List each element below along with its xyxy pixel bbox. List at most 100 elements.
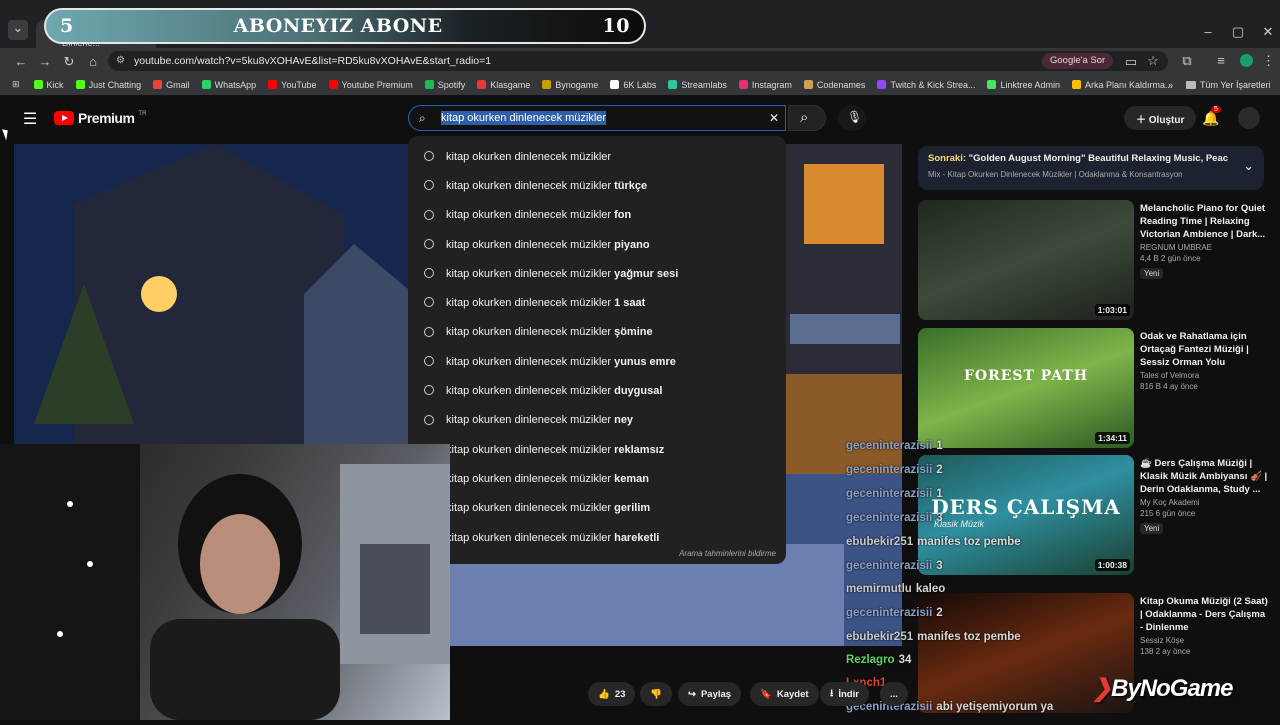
chat-username[interactable]: geceninterazisii xyxy=(846,560,932,572)
site-info-icon[interactable]: ⚙ xyxy=(116,55,125,66)
search-icon xyxy=(424,180,434,191)
notifications-button[interactable]: 🔔 5 xyxy=(1202,106,1221,127)
video-title[interactable]: ☕ Ders Çalışma Müziği | Klasik Müzik Amb… xyxy=(1140,457,1270,496)
bookmark-item[interactable]: Youtube Premium xyxy=(328,80,413,90)
all-bookmarks[interactable]: Tüm Yer İşaretleri xyxy=(1186,80,1271,90)
recommended-video[interactable]: 1:03:01 Melancholic Piano for Quiet Readi… xyxy=(918,200,1268,320)
google-ask-button[interactable]: Google'a Sor xyxy=(1042,53,1114,69)
download-button[interactable]: ⭳ İndir xyxy=(820,682,869,706)
chat-username[interactable]: geceninterazisii xyxy=(846,440,932,452)
suggestion-item[interactable]: kitap okurken dinlenecek müzikler xyxy=(408,142,786,171)
bookmark-item[interactable]: Linktree Admin xyxy=(987,80,1060,90)
forward-icon[interactable]: → xyxy=(38,54,52,69)
bookmark-item[interactable]: Arka Planı Kaldırma... xyxy=(1072,80,1173,90)
suggestion-item[interactable]: kitap okurken dinlenecek müzikler şömine xyxy=(408,318,786,347)
suggestion-item[interactable]: kitap okurken dinlenecek müzikler türkçe xyxy=(408,171,786,200)
bookmark-item[interactable]: Gmail xyxy=(153,80,190,90)
video-title[interactable]: Kitap Okuma Müziği (2 Saat) | Odaklanma … xyxy=(1140,595,1270,634)
voice-search-button[interactable]: 🎙 xyxy=(838,105,866,131)
suggestion-item[interactable]: kitap okurken dinlenecek müzikler fon xyxy=(408,201,786,230)
channel-name[interactable]: Tales of Velmora xyxy=(1140,371,1270,380)
bookmark-item[interactable]: YouTube xyxy=(268,80,317,90)
bookmark-item[interactable]: Kick xyxy=(33,80,64,90)
expand-chevron-icon[interactable]: ⌄ xyxy=(1243,158,1254,174)
chat-message: geceninterazisii 3 xyxy=(846,512,943,524)
close-icon[interactable]: ✕ xyxy=(1260,24,1276,40)
create-button[interactable]: ＋ Oluştur xyxy=(1124,106,1197,130)
suggestion-item[interactable]: kitap okurken dinlenecek müzikler ney xyxy=(408,406,786,435)
plus-icon: ＋ xyxy=(1136,115,1149,126)
bookmark-item[interactable]: Codenames xyxy=(803,80,865,90)
chat-username[interactable]: memirmutlu xyxy=(846,583,912,595)
like-button[interactable]: 👍 23 xyxy=(588,682,636,706)
bookmarks-more-icon[interactable]: » xyxy=(1168,80,1173,90)
video-thumbnail[interactable]: 1:03:01 xyxy=(918,200,1134,320)
search-query: kitap okurken dinlenecek müzikler xyxy=(441,111,607,125)
chat-username[interactable]: geceninterazisii xyxy=(846,607,932,619)
suggestion-completion: ney xyxy=(614,414,634,427)
suggestion-item[interactable]: kitap okurken dinlenecek müzikler piyano xyxy=(408,230,786,259)
apps-icon[interactable]: ⊞ xyxy=(12,79,20,90)
bookmark-item[interactable]: Streamlabs xyxy=(668,80,727,90)
bookmark-item[interactable]: 6K Labs xyxy=(610,80,656,90)
suggestion-item[interactable]: kitap okurken dinlenecek müzikler yağmur … xyxy=(408,259,786,288)
suggestion-item[interactable]: kitap okurken dinlenecek müzikler reklams… xyxy=(408,435,786,464)
media-icon[interactable]: ≡ xyxy=(1214,53,1228,68)
suggestion-item[interactable]: kitap okurken dinlenecek müzikler duygusa… xyxy=(408,376,786,405)
video-title[interactable]: Melancholic Piano for Quiet Reading Time… xyxy=(1140,202,1270,241)
suggestion-item[interactable]: kitap okurken dinlenecek müzikler gerilim xyxy=(408,494,786,523)
tab-list-icon[interactable]: ⌄ xyxy=(8,20,28,40)
minimize-icon[interactable]: – xyxy=(1200,24,1216,39)
report-predictions-link[interactable]: Arama tahminlerini bildirme xyxy=(679,549,776,558)
dislike-button[interactable]: 👎 xyxy=(640,682,672,706)
install-icon[interactable]: ▭ xyxy=(1124,54,1138,70)
more-actions-button[interactable]: ... xyxy=(880,682,908,706)
back-icon[interactable]: ← xyxy=(14,54,28,69)
channel-name[interactable]: Sessiz Köşe xyxy=(1140,636,1270,645)
browser-menu-icon[interactable]: ⋮ xyxy=(1262,53,1275,69)
url-field[interactable]: ⚙ youtube.com/watch?v=5ku8vXOHAvE&list=R… xyxy=(108,51,1168,71)
chat-username[interactable]: geceninterazisii xyxy=(846,464,932,476)
bookmark-item[interactable]: Bynogame xyxy=(542,80,598,90)
suggestion-item[interactable]: kitap okurken dinlenecek müzikler hareket… xyxy=(408,523,786,552)
bookmark-item[interactable]: Instagram xyxy=(738,80,792,90)
youtube-premium-logo[interactable]: Premium TR xyxy=(54,110,146,126)
maximize-icon[interactable]: ▢ xyxy=(1230,24,1246,40)
channel-name[interactable]: My Koç Akademi xyxy=(1140,498,1270,507)
recommended-video[interactable]: FOREST PATH 1:34:11 Odak ve Rahatlama için… xyxy=(918,328,1268,448)
profile-avatar[interactable] xyxy=(1240,54,1253,67)
suggestion-item[interactable]: kitap okurken dinlenecek müzikler yunus e… xyxy=(408,347,786,376)
bookmark-label: Bynogame xyxy=(555,79,599,90)
chat-username[interactable]: ebubekir251 xyxy=(846,631,913,643)
video-thumbnail[interactable]: DERS ÇALIŞMA Klasik Müzik 1:00:38 xyxy=(918,455,1134,575)
share-button[interactable]: ↪ Paylaş xyxy=(678,682,742,706)
video-thumbnail[interactable]: FOREST PATH 1:34:11 xyxy=(918,328,1134,448)
bookmark-item[interactable]: Klasgame xyxy=(477,80,530,90)
search-button[interactable]: ⌕ xyxy=(788,105,826,131)
home-icon[interactable]: ⌂ xyxy=(86,54,100,69)
bookmark-item[interactable]: Twitch & Kick Strea... xyxy=(877,80,975,90)
search-input[interactable]: ⌕ kitap okurken dinlenecek müzikler ✕ xyxy=(408,105,786,131)
bookmark-item[interactable]: Spotify xyxy=(424,80,465,90)
bookmark-star-icon[interactable]: ☆ xyxy=(1146,53,1160,69)
chat-username[interactable]: Rezlagro xyxy=(846,654,895,666)
bookmark-item[interactable]: Just Chatting xyxy=(75,80,141,90)
bookmark-item[interactable]: WhatsApp xyxy=(201,80,256,90)
reload-icon[interactable]: ↻ xyxy=(62,54,76,70)
up-next-panel[interactable]: Sonraki: "Golden August Morning" Beautif… xyxy=(918,146,1264,190)
chat-username[interactable]: geceninterazisii xyxy=(846,488,932,500)
chat-message: geceninterazisii 1 xyxy=(846,440,943,452)
chat-username[interactable]: ebubekir251 xyxy=(846,536,913,548)
save-button[interactable]: 🔖 Kaydet xyxy=(750,682,819,706)
thumbnail-text: DERS ÇALIŞMA xyxy=(931,495,1121,519)
clear-search-icon[interactable]: ✕ xyxy=(769,111,779,125)
suggestion-item[interactable]: kitap okurken dinlenecek müzikler 1 saat xyxy=(408,288,786,317)
account-avatar[interactable] xyxy=(1238,107,1260,129)
hamburger-menu-icon[interactable]: ☰ xyxy=(22,109,38,129)
video-title[interactable]: Odak ve Rahatlama için Ortaçağ Fantezi M… xyxy=(1140,330,1270,369)
recommended-video[interactable]: DERS ÇALIŞMA Klasik Müzik 1:00:38 ☕ Ders Ça… xyxy=(918,455,1268,575)
suggestion-item[interactable]: kitap okurken dinlenecek müzikler keman xyxy=(408,464,786,493)
chat-username[interactable]: geceninterazisii xyxy=(846,512,932,524)
channel-name[interactable]: REGNUM UMBRAE xyxy=(1140,243,1270,252)
extensions-icon[interactable]: ⧉ xyxy=(1180,53,1194,69)
